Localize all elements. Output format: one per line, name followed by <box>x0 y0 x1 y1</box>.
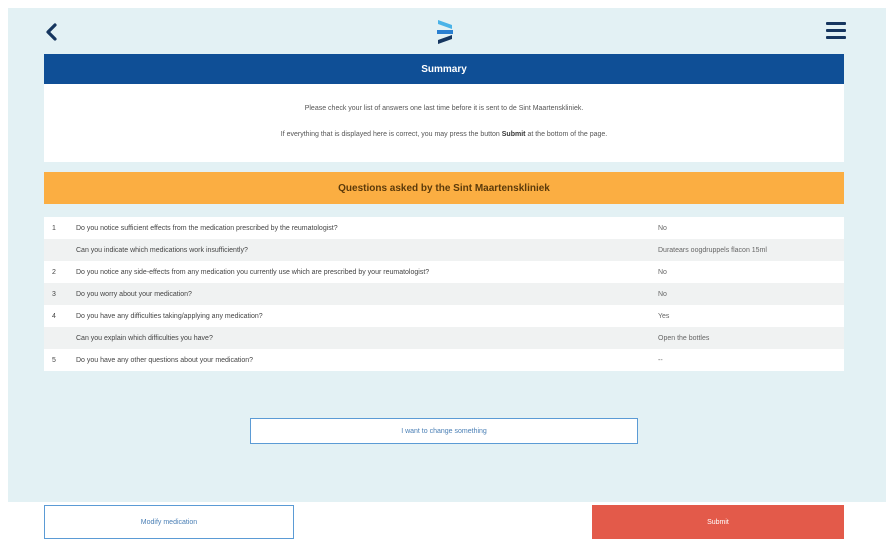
logo-icon <box>437 20 453 44</box>
summary-instruction-1: Please check your list of answers one la… <box>304 105 584 112</box>
question-text: Do you have any other questions about yo… <box>76 356 254 364</box>
change-something-label: I want to change something <box>401 427 487 435</box>
modify-medication-label: Modify medication <box>140 518 198 526</box>
question-answer: -- <box>658 356 663 364</box>
summary-body: Please check your list of answers one la… <box>44 84 844 162</box>
question-answer: Open the bottles <box>658 334 710 342</box>
question-number: 1 <box>52 224 56 232</box>
table-row: 5 Do you have any other questions about … <box>44 349 844 371</box>
submit-label: Submit <box>707 518 729 526</box>
submit-keyword: Submit <box>501 131 526 138</box>
summary-title: Summary <box>421 63 467 75</box>
change-something-button[interactable]: I want to change something <box>250 418 638 444</box>
questions-table: 1 Do you notice sufficient effects from … <box>44 217 844 371</box>
app-logo <box>432 17 458 47</box>
question-answer: Duratears oogdruppels flacon 15ml <box>658 246 767 254</box>
summary-header: Summary <box>44 54 844 84</box>
question-text: Do you have any difficulties taking/appl… <box>76 312 263 320</box>
modify-medication-button[interactable]: Modify medication <box>44 505 294 539</box>
question-number: 4 <box>52 312 56 320</box>
question-text: Can you indicate which medications work … <box>76 246 248 254</box>
question-text: Can you explain which difficulties you h… <box>76 334 213 342</box>
hamburger-menu-icon <box>826 22 846 25</box>
question-number: 3 <box>52 290 56 298</box>
question-text: Do you worry about your medication? <box>76 290 192 298</box>
summary-instruction-2: If everything that is displayed here is … <box>280 131 608 138</box>
questions-title: Questions asked by the Sint Maartensklin… <box>338 182 550 194</box>
chevron-left-icon <box>46 23 57 41</box>
question-answer: No <box>658 268 667 276</box>
table-row: 2 Do you notice any side-effects from an… <box>44 261 844 283</box>
question-answer: No <box>658 224 667 232</box>
question-answer: Yes <box>658 312 670 320</box>
back-button[interactable] <box>44 22 60 42</box>
table-row: Can you explain which difficulties you h… <box>44 327 844 349</box>
hamburger-menu-button[interactable] <box>826 22 846 40</box>
question-number: 5 <box>52 356 56 364</box>
table-row: 1 Do you notice sufficient effects from … <box>44 217 844 239</box>
question-number: 2 <box>52 268 56 276</box>
submit-button[interactable]: Submit <box>592 505 844 539</box>
question-text: Do you notice any side-effects from any … <box>76 268 430 276</box>
table-row: 4 Do you have any difficulties taking/ap… <box>44 305 844 327</box>
question-text: Do you notice sufficient effects from th… <box>76 224 338 232</box>
table-row: 3 Do you worry about your medication? No <box>44 283 844 305</box>
questions-header: Questions asked by the Sint Maartensklin… <box>44 172 844 204</box>
table-row: Can you indicate which medications work … <box>44 239 844 261</box>
question-answer: No <box>658 290 667 298</box>
